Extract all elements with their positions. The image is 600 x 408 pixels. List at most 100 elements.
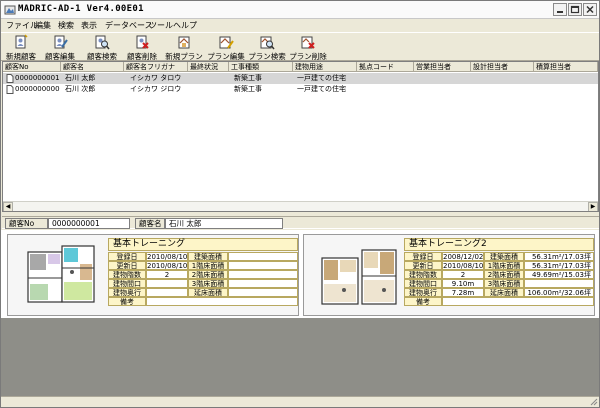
- col-branch-code[interactable]: 拠点コード: [357, 62, 414, 72]
- new-plan-button[interactable]: 新規プラン: [164, 34, 204, 61]
- minimize-icon: [557, 11, 563, 13]
- building-area-label: 建築面積: [188, 252, 228, 261]
- updated-label: 更新日: [404, 261, 442, 270]
- depth-value: [146, 288, 188, 297]
- delete-plan-button[interactable]: プラン削除: [288, 34, 328, 61]
- cell-work-type: 新築工事: [234, 74, 262, 82]
- floors-label: 建物階数: [404, 270, 442, 279]
- frontage-label: 建物間口: [108, 279, 146, 288]
- plan-cards-area: 基本トレーニング 登録日 2010/08/10 建築面積 更新日 2010/08…: [1, 230, 599, 318]
- minimize-button[interactable]: [553, 3, 567, 16]
- floors-value: 2: [442, 270, 484, 279]
- floor1-area-value: 56.31m²/17.03坪: [524, 261, 594, 270]
- col-estimator[interactable]: 積算担当者: [534, 62, 598, 72]
- grid-header: 顧客No 顧客名 顧客名フリガナ 最終状況 工事種類 建物用途 拠点コード 営業…: [3, 62, 598, 72]
- cell-customer-kana: イシカワ ジロウ: [130, 85, 182, 93]
- menu-bar: ファイル 編集 検索 表示 データベース ツール ヘルプ: [1, 19, 599, 32]
- status-bar: [1, 396, 599, 407]
- menu-search[interactable]: 検索: [58, 20, 74, 31]
- toolbar: 新規顧客 顧客編集 顧客検索 顧客削除 新規プラン プラン編集 プラン検索 プラ…: [1, 32, 599, 61]
- col-customer-kana[interactable]: 顧客名フリガナ: [124, 62, 188, 72]
- floor3-area-label: 3階床面積: [188, 279, 228, 288]
- registered-value: 2008/12/02: [442, 252, 484, 261]
- depth-value: 7.28m: [442, 288, 484, 297]
- total-area-label: 延床面積: [484, 288, 524, 297]
- search-customer-icon: [95, 35, 110, 50]
- menu-edit[interactable]: 編集: [35, 20, 51, 31]
- floor-plan-thumbnail: [321, 249, 397, 305]
- menu-tools[interactable]: ツール: [149, 20, 173, 31]
- menu-file[interactable]: ファイル: [6, 20, 38, 31]
- col-sales-rep[interactable]: 営業担当者: [414, 62, 471, 72]
- arrow-left-icon: ◀: [5, 203, 11, 210]
- document-icon: [6, 85, 14, 94]
- new-plan-icon: [178, 36, 190, 49]
- edit-customer-button[interactable]: 顧客編集: [43, 34, 77, 61]
- col-work-type[interactable]: 工事種類: [229, 62, 293, 72]
- floor2-area-value: [228, 270, 298, 279]
- total-area-label: 延床面積: [188, 288, 228, 297]
- cell-work-type: 新築工事: [234, 85, 262, 93]
- cell-building-usage: 一戸建ての住宅: [297, 74, 346, 82]
- col-designer[interactable]: 設計担当者: [471, 62, 534, 72]
- title-bar[interactable]: MADRIC-AD-1 Ver4.00E01: [1, 1, 599, 19]
- floor1-area-label: 1階床面積: [188, 261, 228, 270]
- updated-label: 更新日: [108, 261, 146, 270]
- close-button[interactable]: [583, 3, 597, 16]
- floor2-area-value: 49.69m²/15.03坪: [524, 270, 594, 279]
- frontage-label: 建物間口: [404, 279, 442, 288]
- table-row[interactable]: 0000000001 石川 太郎 イシカワ タロウ 新築工事 一戸建ての住宅: [3, 73, 598, 84]
- arrow-right-icon: ▶: [590, 203, 596, 210]
- resize-grip-icon[interactable]: [589, 397, 598, 406]
- maximize-button[interactable]: [568, 3, 582, 16]
- floor-plan-thumbnail: [27, 245, 95, 303]
- scroll-right-button[interactable]: ▶: [588, 202, 598, 211]
- edit-plan-button[interactable]: プラン編集: [206, 34, 246, 61]
- col-customer-name[interactable]: 顧客名: [61, 62, 124, 72]
- col-status[interactable]: 最終状況: [188, 62, 229, 72]
- cell-building-usage: 一戸建ての住宅: [297, 85, 346, 93]
- plan-card[interactable]: 基本トレーニング 登録日 2010/08/10 建築面積 更新日 2010/08…: [7, 234, 299, 316]
- floor2-area-label: 2階床面積: [188, 270, 228, 279]
- col-building-usage[interactable]: 建物用途: [293, 62, 357, 72]
- menu-view[interactable]: 表示: [81, 20, 97, 31]
- plan-card[interactable]: 基本トレーニング2 登録日 2008/12/02 建築面積 56.31m²/17…: [303, 234, 595, 316]
- delete-customer-button[interactable]: 顧客削除: [125, 34, 159, 61]
- customer-name-value: 石川 太郎: [165, 218, 283, 229]
- window-title: MADRIC-AD-1 Ver4.00E01: [18, 4, 144, 14]
- floor1-area-value: [228, 261, 298, 270]
- document-icon: [6, 74, 14, 83]
- cell-customer-kana: イシカワ タロウ: [130, 74, 182, 82]
- search-plan-button[interactable]: プラン検索: [247, 34, 287, 61]
- delete-plan-icon: [301, 36, 315, 49]
- delete-customer-icon: [136, 35, 149, 49]
- cell-customer-no: 0000000001: [15, 74, 60, 82]
- cell-customer-name: 石川 次郎: [65, 85, 96, 93]
- customer-name-label: 顧客名: [135, 218, 165, 229]
- cell-customer-no: 0000000000: [15, 85, 60, 93]
- depth-label: 建物奥行: [108, 288, 146, 297]
- empty-workspace: [1, 318, 599, 396]
- scroll-left-button[interactable]: ◀: [3, 202, 13, 211]
- frontage-value: [146, 279, 188, 288]
- edit-customer-icon: [54, 35, 68, 49]
- app-window: MADRIC-AD-1 Ver4.00E01 ファイル 編集 検索 表示 データ…: [0, 0, 600, 408]
- maximize-icon: [570, 5, 580, 14]
- registered-label: 登録日: [108, 252, 146, 261]
- menu-database[interactable]: データベース: [105, 20, 153, 31]
- table-row[interactable]: 0000000000 石川 次郎 イシカワ ジロウ 新築工事 一戸建ての住宅: [3, 84, 598, 95]
- registered-value: 2010/08/10: [146, 252, 188, 261]
- search-customer-button[interactable]: 顧客検索: [84, 34, 120, 61]
- new-customer-icon: [15, 34, 28, 49]
- menu-help[interactable]: ヘルプ: [173, 20, 197, 31]
- app-icon: [4, 5, 16, 15]
- col-customer-no[interactable]: 顧客No: [3, 62, 61, 72]
- total-area-value: 106.00m²/32.06坪: [524, 288, 594, 297]
- plan-title: 基本トレーニング: [108, 238, 298, 251]
- horizontal-scrollbar[interactable]: ◀ ▶: [3, 201, 598, 211]
- updated-value: 2010/08/10: [146, 261, 188, 270]
- new-customer-button[interactable]: 新規顧客: [4, 34, 38, 61]
- floor2-area-label: 2階床面積: [484, 270, 524, 279]
- floors-value: 2: [146, 270, 188, 279]
- close-icon: [586, 5, 594, 14]
